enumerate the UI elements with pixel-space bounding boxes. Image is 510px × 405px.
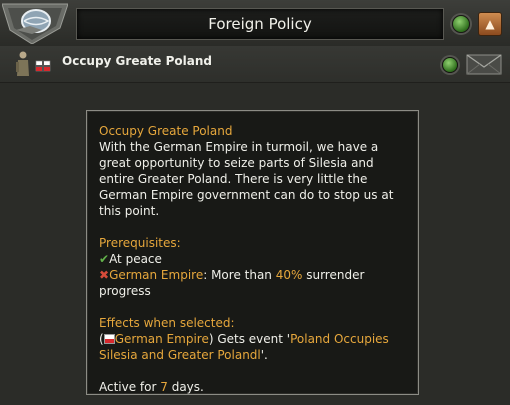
active-duration: Active for 7 days. (99, 379, 406, 395)
cross-icon: ✖ (99, 268, 110, 282)
decision-tooltip: Occupy Greate Poland With the German Emp… (86, 110, 419, 395)
soldier-flag-icon (16, 51, 51, 76)
tooltip-description: With the German Empire in turmoil, we ha… (99, 140, 394, 218)
prerequisite-item: ✔At peace (99, 251, 406, 267)
checkmark-icon: ✔ (99, 252, 110, 266)
effect-text: '. (260, 348, 268, 362)
mail-envelope-icon[interactable] (466, 52, 502, 76)
tooltip-title: Occupy Greate Poland (99, 124, 233, 138)
duration-text: Active for (99, 380, 161, 394)
title-bar: Foreign Policy (76, 8, 444, 40)
prerequisite-text: At peace (109, 252, 162, 266)
duration-days: 7 (160, 380, 168, 394)
prerequisites-heading: Prerequisites: (99, 236, 181, 250)
collapse-button[interactable]: ▲ (478, 12, 502, 36)
status-indicator-icon[interactable] (452, 15, 470, 33)
window-header: Foreign Policy ▲ (0, 0, 510, 47)
prerequisites-section: Prerequisites: ✔At peace ✖German Empire:… (99, 235, 406, 299)
prerequisite-country: German Empire (109, 268, 204, 282)
prerequisite-item: ✖German Empire: More than 40% surrender … (99, 267, 406, 299)
page-title: Foreign Policy (208, 15, 312, 33)
decision-label: Occupy Greate Poland (62, 54, 212, 68)
decision-row[interactable]: Occupy Greate Poland (0, 46, 510, 83)
duration-section: Active for 7 days. (99, 379, 406, 395)
decision-status-icon[interactable] (442, 57, 458, 73)
duration-text: days. (167, 380, 204, 394)
effect-item: (German Empire) Gets event 'Poland Occup… (99, 331, 406, 363)
collapse-arrow-icon: ▲ (485, 17, 495, 31)
prerequisite-value: 40% (275, 268, 303, 282)
globe-emblem-icon (2, 3, 68, 44)
effects-heading: Effects when selected: (99, 316, 235, 330)
effects-section: Effects when selected: (German Empire) G… (99, 315, 406, 363)
poland-flag-icon (103, 334, 115, 344)
prerequisite-text: : More than (203, 268, 276, 282)
effect-text: ) Gets event ' (208, 332, 291, 346)
effect-country: German Empire (114, 332, 209, 346)
